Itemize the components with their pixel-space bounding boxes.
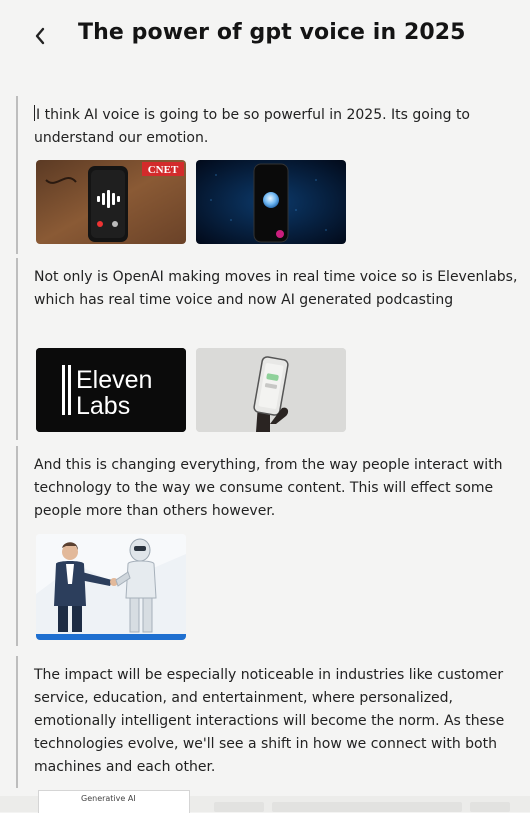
content-block-4[interactable]: The impact will be especially noticeable… <box>16 656 528 788</box>
block-2-text[interactable]: Not only is OpenAI making moves in real … <box>34 266 524 312</box>
generative-ai-card[interactable]: Generative AI <box>38 790 190 813</box>
strip-tab <box>470 802 510 812</box>
strip-tab <box>214 802 264 812</box>
content-block-1[interactable]: I think AI voice is going to be so power… <box>16 96 528 254</box>
logo-eleven: Eleven <box>76 366 152 394</box>
strip-tab <box>272 802 462 812</box>
block-4-text[interactable]: The impact will be especially noticeable… <box>34 664 524 779</box>
back-chevron-icon[interactable] <box>26 20 54 52</box>
block-3-text[interactable]: And this is changing everything, from th… <box>34 454 524 523</box>
block-1-text[interactable]: I think AI voice is going to be so power… <box>34 104 524 150</box>
top-bar: The power of gpt voice in 2025 <box>0 0 530 78</box>
generative-ai-card-label: Generative AI <box>81 794 136 803</box>
phone-voice-recording-image[interactable]: CNET <box>36 160 186 244</box>
page-title: The power of gpt voice in 2025 <box>78 20 466 45</box>
content-block-3[interactable]: And this is changing everything, from th… <box>16 446 528 646</box>
man-handshake-robot-image[interactable] <box>36 534 186 640</box>
elevenlabs-logo-image[interactable]: Eleven Labs <box>36 348 186 432</box>
phone-blue-orb-image[interactable] <box>196 160 346 244</box>
text-cursor <box>34 105 35 121</box>
logo-labs: Labs <box>76 392 130 420</box>
cnet-badge: CNET <box>148 164 179 176</box>
content-block-2[interactable]: Not only is OpenAI making moves in real … <box>16 258 528 440</box>
hand-holding-phone-image[interactable] <box>196 348 346 432</box>
